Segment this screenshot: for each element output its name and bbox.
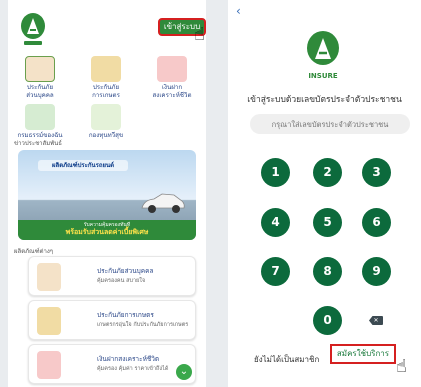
keypad-3[interactable]: 3 [362, 158, 391, 187]
chevron-down-icon[interactable]: ⌄ [176, 364, 192, 380]
news-section-title: ข่าวประชาสัมพันธ์ [14, 140, 62, 147]
menu-item-personal-insurance[interactable]: ประกันภัย ส่วนบุคคล [10, 56, 70, 100]
keypad-1[interactable]: 1 [261, 158, 290, 187]
fund-icon [91, 104, 121, 130]
not-member-text: ยังไม่ได้เป็นสมาชิก [254, 355, 320, 364]
product-title: ประกันภัยส่วนบุคคล [97, 267, 154, 275]
menu-item-my-policy[interactable]: กรมธรรม์ของฉัน [10, 104, 70, 140]
product-title: ประกันภัยการเกษตร [97, 311, 154, 319]
agri-insurance-icon [91, 56, 121, 82]
agri-insurance-icon [37, 307, 61, 335]
keypad-0[interactable]: 0 [313, 306, 342, 335]
keypad-5[interactable]: 5 [313, 208, 342, 237]
keypad-9[interactable]: 9 [362, 257, 391, 286]
my-policy-icon [25, 104, 55, 130]
menu-label: ประกันภัย ส่วนบุคคล [26, 84, 54, 99]
keypad-6[interactable]: 6 [362, 208, 391, 237]
menu-item-life-deposit[interactable]: เงินฝาก สงเคราะห์ชีวิต [142, 56, 202, 100]
car-icon [141, 193, 185, 213]
life-deposit-icon [157, 56, 187, 82]
personal-insurance-icon [37, 263, 61, 291]
banner-headline: ผลิตภัณฑ์ประกันรถยนต์ [38, 160, 128, 171]
screenshot-stage: เข้าสู่ระบบ ☝ ประกันภัย ส่วนบุคคล ประกันภ… [0, 0, 421, 387]
product-card-personal[interactable]: ประกันภัยส่วนบุคคล คุ้มครองคน สบายใจ [28, 256, 196, 296]
promo-banner[interactable]: ผลิตภัณฑ์ประกันรถยนต์ รับความคุ้มครองทัน… [18, 150, 196, 240]
menu-label: เงินฝาก สงเคราะห์ชีวิต [152, 84, 192, 99]
product-subtitle: คุ้มครอง คุ้มค่า ราคาเข้าถึงได้ [97, 366, 169, 372]
insure-logo-icon [307, 31, 339, 65]
menu-item-fund[interactable]: กองทุนทวีสุข [76, 104, 136, 140]
personal-insurance-icon [25, 56, 55, 82]
product-card-life-deposit[interactable]: เงินฝากสงเคราะห์ชีวิต คุ้มครอง คุ้มค่า ร… [28, 344, 196, 384]
life-deposit-icon [37, 351, 61, 379]
keypad-8[interactable]: 8 [313, 257, 342, 286]
product-title: เงินฝากสงเคราะห์ชีวิต [97, 355, 160, 363]
menu-label: กองทุนทวีสุข [88, 132, 124, 139]
product-subtitle: เกษตรกรอุ่นใจ กับประกันภัยการเกษตร [97, 322, 189, 328]
menu-item-agri-insurance[interactable]: ประกันภัย การเกษตร [76, 56, 136, 100]
keypad-2[interactable]: 2 [313, 158, 342, 187]
product-subtitle: คุ้มครองคน สบายใจ [97, 278, 146, 284]
banner-footer: รับความคุ้มครองทันที พร้อมรับส่วนลดค่าเบ… [18, 220, 196, 240]
keypad-7[interactable]: 7 [261, 257, 290, 286]
home-header: เข้าสู่ระบบ ☝ [8, 0, 206, 58]
pointing-hand-icon: ☝ [194, 24, 205, 45]
login-title: เข้าสู่ระบบด้วยเลขบัตรประจำตัวประชาชน [247, 95, 402, 105]
products-section-title: ผลิตภัณฑ์ต่างๆ [14, 248, 54, 255]
register-button[interactable]: สมัครใช้บริการ [330, 344, 396, 364]
back-arrow-icon[interactable]: ‹ [236, 4, 241, 18]
backspace-icon[interactable]: ✕ [369, 316, 383, 325]
home-screen: เข้าสู่ระบบ ☝ ประกันภัย ส่วนบุคคล ประกันภ… [8, 0, 206, 387]
menu-label: ประกันภัย การเกษตร [92, 84, 120, 99]
login-screen: ‹ INSURE เข้าสู่ระบบด้วยเลขบัตรประจำตัวป… [228, 0, 421, 387]
pointing-hand-icon: ☝ [396, 356, 407, 377]
insure-logo-icon [21, 13, 45, 45]
keypad-4[interactable]: 4 [261, 208, 290, 237]
citizen-id-input[interactable] [250, 114, 410, 134]
logo-text: INSURE [308, 72, 338, 80]
product-card-agri[interactable]: ประกันภัยการเกษตร เกษตรกรอุ่นใจ กับประกั… [28, 300, 196, 340]
banner-bottom-highlight: พร้อมรับส่วนลดค่าเบี้ยพิเศษ [65, 228, 149, 236]
